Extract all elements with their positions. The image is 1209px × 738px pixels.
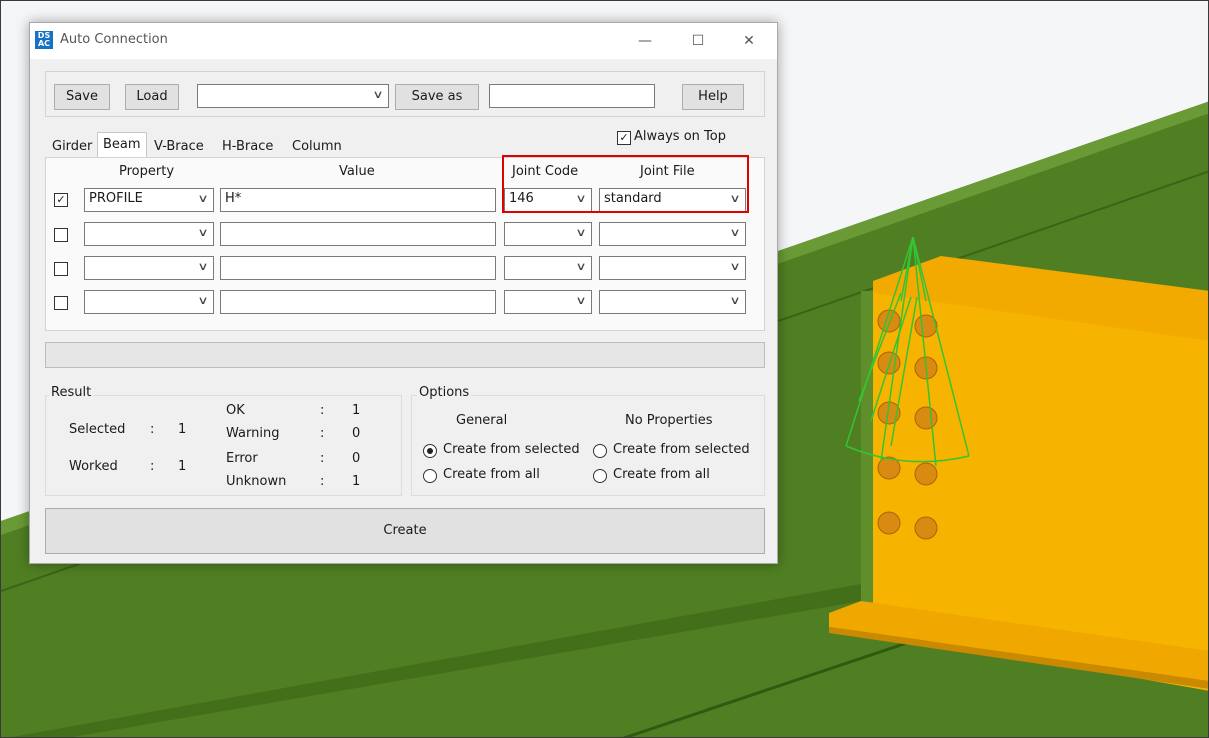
unknown-label: Unknown [226, 474, 287, 489]
header-property: Property [119, 164, 175, 179]
row-3-joint-file-dropdown[interactable]: ∨ [599, 256, 746, 280]
noprop-from-selected-radio[interactable] [593, 444, 607, 458]
chevron-down-icon: ∨ [197, 260, 209, 273]
noprop-from-all-label: Create from all [613, 467, 710, 482]
general-from-selected-label: Create from selected [443, 442, 580, 457]
chevron-down-icon: ∨ [575, 260, 587, 273]
selected-label: Selected [69, 422, 126, 437]
joint-highlight-box [502, 155, 749, 213]
chevron-down-icon: ∨ [575, 294, 587, 307]
tab-v-brace[interactable]: V-Brace [149, 135, 209, 159]
always-on-top-label: Always on Top [634, 129, 726, 144]
error-count: 0 [352, 451, 361, 466]
result-title: Result [49, 385, 94, 400]
progress-bar [45, 342, 765, 368]
worked-label: Worked [69, 459, 118, 474]
tab-h-brace[interactable]: H-Brace [217, 135, 278, 159]
tab-column[interactable]: Column [287, 135, 347, 159]
title-bar[interactable]: DS AC Auto Connection — ☐ ✕ [30, 23, 777, 59]
toolbar-panel: Save Load ∨ Save as Help [45, 71, 765, 117]
chevron-down-icon: ∨ [197, 192, 209, 205]
row-4-property-dropdown[interactable]: ∨ [84, 290, 214, 314]
header-value: Value [339, 164, 375, 179]
chevron-down-icon: ∨ [729, 294, 741, 307]
row-2-value-input[interactable] [220, 222, 496, 246]
row-2-property-dropdown[interactable]: ∨ [84, 222, 214, 246]
auto-connection-window: DS AC Auto Connection — ☐ ✕ Save Load ∨ S… [29, 22, 778, 564]
worked-count: 1 [178, 459, 187, 474]
warning-count: 0 [352, 426, 361, 441]
error-label: Error [226, 451, 258, 466]
save-button[interactable]: Save [54, 84, 110, 110]
general-from-all-radio[interactable] [423, 469, 437, 483]
row-3-joint-code-dropdown[interactable]: ∨ [504, 256, 592, 280]
ok-label: OK [226, 403, 245, 418]
row-2-checkbox[interactable] [54, 228, 68, 242]
selected-count: 1 [178, 422, 187, 437]
minimize-button[interactable]: — [622, 27, 668, 55]
tab-beam[interactable]: Beam [97, 132, 147, 158]
save-as-button[interactable]: Save as [395, 84, 479, 110]
save-as-name-input[interactable] [489, 84, 655, 108]
help-button[interactable]: Help [682, 84, 744, 110]
options-title: Options [417, 385, 472, 400]
load-button[interactable]: Load [125, 84, 179, 110]
noprop-from-all-radio[interactable] [593, 469, 607, 483]
row-3-value-input[interactable] [220, 256, 496, 280]
general-from-all-label: Create from all [443, 467, 540, 482]
general-header: General [456, 413, 508, 428]
result-group [45, 395, 402, 496]
row-2-joint-file-dropdown[interactable]: ∨ [599, 222, 746, 246]
chevron-down-icon: ∨ [729, 226, 741, 239]
warning-label: Warning [226, 426, 280, 441]
tab-girder[interactable]: Girder [47, 135, 97, 159]
row-3-checkbox[interactable] [54, 262, 68, 276]
general-from-selected-radio[interactable] [423, 444, 437, 458]
row-4-checkbox[interactable] [54, 296, 68, 310]
window-title: Auto Connection [60, 32, 168, 47]
row-3-property-dropdown[interactable]: ∨ [84, 256, 214, 280]
maximize-button[interactable]: ☐ [675, 27, 721, 55]
row-1-value-input[interactable]: H* [220, 188, 496, 212]
preset-dropdown[interactable]: ∨ [197, 84, 389, 108]
ok-count: 1 [352, 403, 361, 418]
app-logo-icon: DS AC [35, 31, 53, 49]
tab-strip: Girder Beam V-Brace H-Brace Column [45, 132, 385, 159]
close-button[interactable]: ✕ [726, 27, 772, 55]
noprop-from-selected-label: Create from selected [613, 442, 750, 457]
row-4-value-input[interactable] [220, 290, 496, 314]
row-2-joint-code-dropdown[interactable]: ∨ [504, 222, 592, 246]
row-1-checkbox[interactable]: ✓ [54, 193, 68, 207]
chevron-down-icon: ∨ [372, 88, 384, 101]
no-properties-header: No Properties [625, 413, 713, 428]
row-4-joint-code-dropdown[interactable]: ∨ [504, 290, 592, 314]
chevron-down-icon: ∨ [575, 226, 587, 239]
chevron-down-icon: ∨ [197, 294, 209, 307]
always-on-top-checkbox[interactable]: ✓ [617, 131, 631, 145]
chevron-down-icon: ∨ [197, 226, 209, 239]
chevron-down-icon: ∨ [729, 260, 741, 273]
rule-grid: Property Value Joint Code Joint File ✓ P… [45, 155, 765, 331]
create-button[interactable]: Create [45, 508, 765, 554]
row-4-joint-file-dropdown[interactable]: ∨ [599, 290, 746, 314]
unknown-count: 1 [352, 474, 361, 489]
row-1-property-dropdown[interactable]: PROFILE ∨ [84, 188, 214, 212]
